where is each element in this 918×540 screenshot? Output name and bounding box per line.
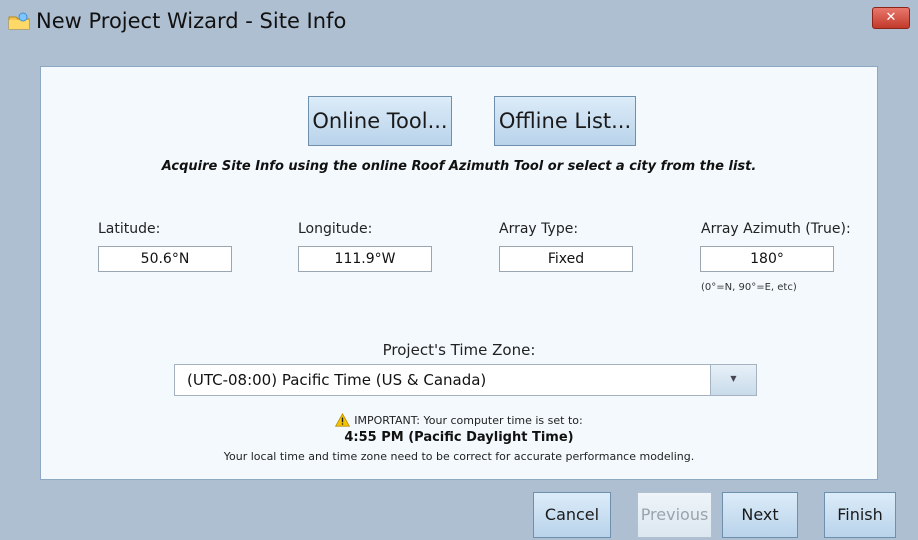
- latitude-field[interactable]: 50.6°N: [98, 246, 232, 272]
- timezone-label: Project's Time Zone:: [382, 341, 536, 359]
- important-notice: IMPORTANT: Your computer time is set to:: [41, 413, 877, 427]
- title-bar: New Project Wizard - Site Info ✕: [0, 0, 918, 42]
- current-time: 4:55 PM (Pacific Daylight Time): [344, 430, 574, 445]
- site-info-panel: Online Tool... Offline List... Acquire S…: [40, 66, 878, 480]
- array-azimuth-label: Array Azimuth (True):: [701, 221, 851, 237]
- important-text: IMPORTANT: Your computer time is set to:: [354, 414, 583, 427]
- close-button[interactable]: ✕: [872, 7, 910, 29]
- local-time-note: Your local time and time zone need to be…: [223, 450, 695, 463]
- azimuth-hint: (0°=N, 90°=E, etc): [701, 282, 797, 293]
- instructions-text: Acquire Site Info using the online Roof …: [161, 159, 757, 174]
- array-type-label: Array Type:: [499, 221, 579, 237]
- dropdown-arrow-icon[interactable]: ▼: [710, 365, 756, 395]
- array-type-field[interactable]: Fixed: [499, 246, 633, 272]
- latitude-label: Latitude:: [98, 221, 161, 237]
- finish-button[interactable]: Finish: [824, 492, 896, 538]
- folder-sun-icon: [8, 12, 30, 30]
- previous-button[interactable]: Previous: [637, 492, 712, 538]
- online-tool-button[interactable]: Online Tool...: [308, 96, 452, 146]
- timezone-select[interactable]: (UTC-08:00) Pacific Time (US & Canada) ▼: [174, 364, 757, 396]
- warning-icon: [335, 413, 351, 427]
- window-title: New Project Wizard - Site Info: [36, 9, 347, 33]
- longitude-field[interactable]: 111.9°W: [298, 246, 432, 272]
- offline-list-button[interactable]: Offline List...: [494, 96, 636, 146]
- longitude-label: Longitude:: [298, 221, 373, 237]
- timezone-value: (UTC-08:00) Pacific Time (US & Canada): [187, 371, 487, 389]
- array-azimuth-field[interactable]: 180°: [700, 246, 834, 272]
- cancel-button[interactable]: Cancel: [533, 492, 611, 538]
- next-button[interactable]: Next: [722, 492, 798, 538]
